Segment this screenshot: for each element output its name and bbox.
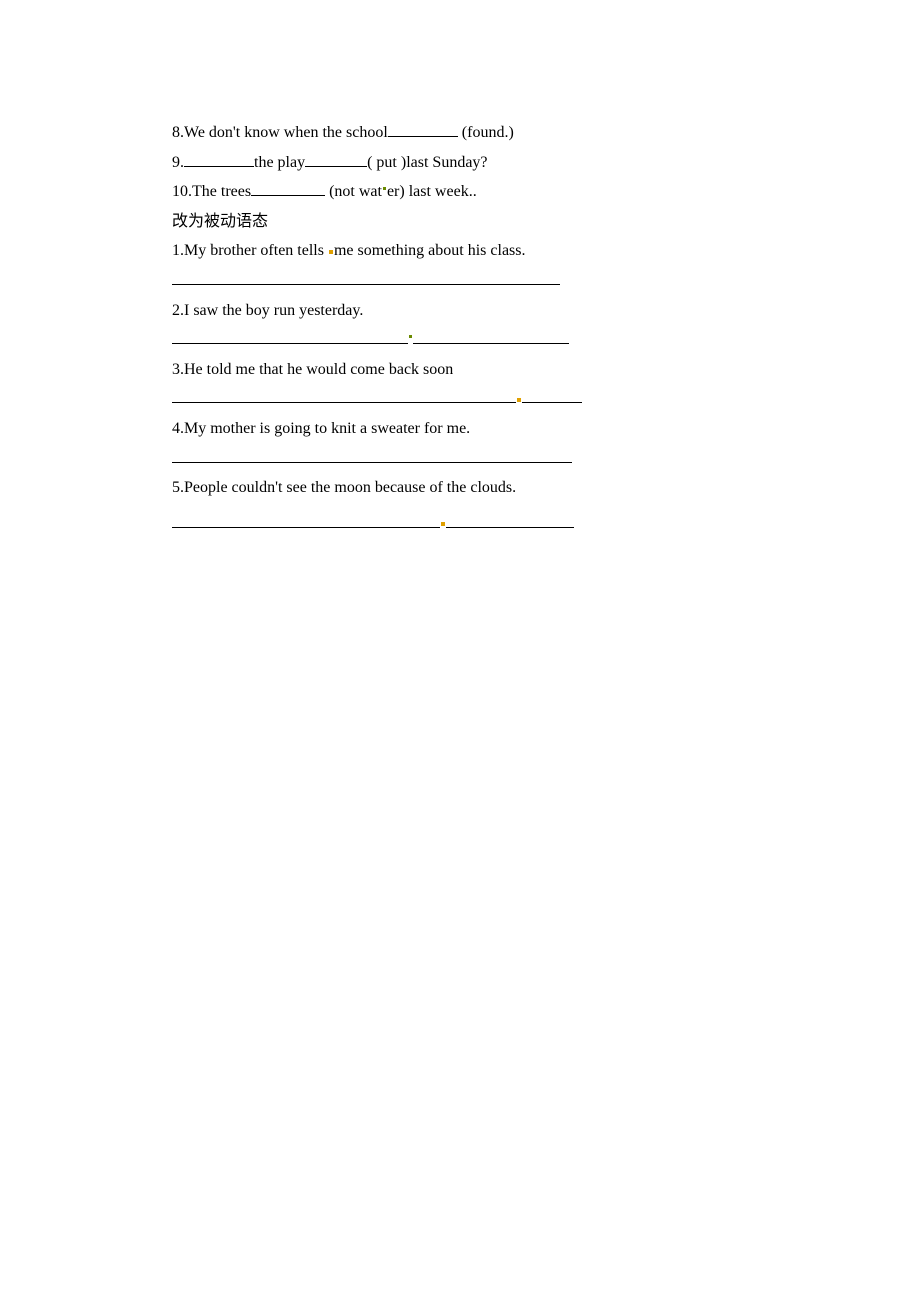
blank-q9-1[interactable] bbox=[184, 150, 254, 167]
blank-answer-5a[interactable] bbox=[172, 511, 440, 528]
blank-answer-4[interactable] bbox=[172, 446, 572, 463]
question-9: 9. the play ( put )last Sunday? bbox=[172, 148, 748, 178]
blank-answer-2b[interactable] bbox=[413, 327, 569, 344]
q8-text-a: 8.We don't know when the school bbox=[172, 124, 388, 141]
question-4: 4.My mother is going to knit a sweater f… bbox=[172, 414, 748, 444]
blank-q10[interactable] bbox=[251, 179, 325, 196]
answer-line-5 bbox=[172, 509, 748, 539]
q1-text-b: me something about his class. bbox=[334, 242, 526, 259]
q1-text-a: 1.My brother often tells bbox=[172, 242, 328, 259]
answer-line-4 bbox=[172, 444, 748, 474]
blank-q8[interactable] bbox=[388, 120, 458, 137]
question-1: 1.My brother often tells me something ab… bbox=[172, 236, 748, 266]
blank-answer-2a[interactable] bbox=[172, 327, 408, 344]
question-5: 5.People couldn't see the moon because o… bbox=[172, 473, 748, 503]
mark-icon bbox=[409, 335, 412, 338]
q10-text-c: er) last week.. bbox=[387, 183, 477, 200]
mark-icon bbox=[329, 250, 333, 254]
answer-line-1 bbox=[172, 266, 748, 296]
section-heading-passive: 改为被动语态 bbox=[172, 207, 748, 237]
question-2: 2.I saw the boy run yesterday. bbox=[172, 296, 748, 326]
page-content: 8.We don't know when the school (found.)… bbox=[0, 0, 920, 538]
question-3: 3.He told me that he would come back soo… bbox=[172, 355, 748, 385]
question-8: 8.We don't know when the school (found.) bbox=[172, 118, 748, 148]
q8-text-b: (found.) bbox=[458, 124, 514, 141]
mark-icon bbox=[441, 522, 445, 526]
question-10: 10.The trees (not wat er) last week.. bbox=[172, 177, 748, 207]
q9-text-a: 9. bbox=[172, 154, 184, 171]
blank-answer-5b[interactable] bbox=[446, 511, 574, 528]
mark-icon bbox=[383, 187, 386, 190]
q10-text-a: 10.The trees bbox=[172, 183, 251, 200]
blank-q9-2[interactable] bbox=[305, 150, 367, 167]
answer-line-3 bbox=[172, 384, 748, 414]
blank-answer-1[interactable] bbox=[172, 268, 560, 285]
q9-text-b: the play bbox=[254, 154, 305, 171]
blank-answer-3a[interactable] bbox=[172, 386, 516, 403]
blank-answer-3b[interactable] bbox=[522, 386, 582, 403]
q9-text-c: ( put )last Sunday? bbox=[367, 154, 487, 171]
answer-line-2 bbox=[172, 325, 748, 355]
q10-text-b: (not wat bbox=[325, 183, 382, 200]
mark-icon bbox=[517, 398, 521, 402]
